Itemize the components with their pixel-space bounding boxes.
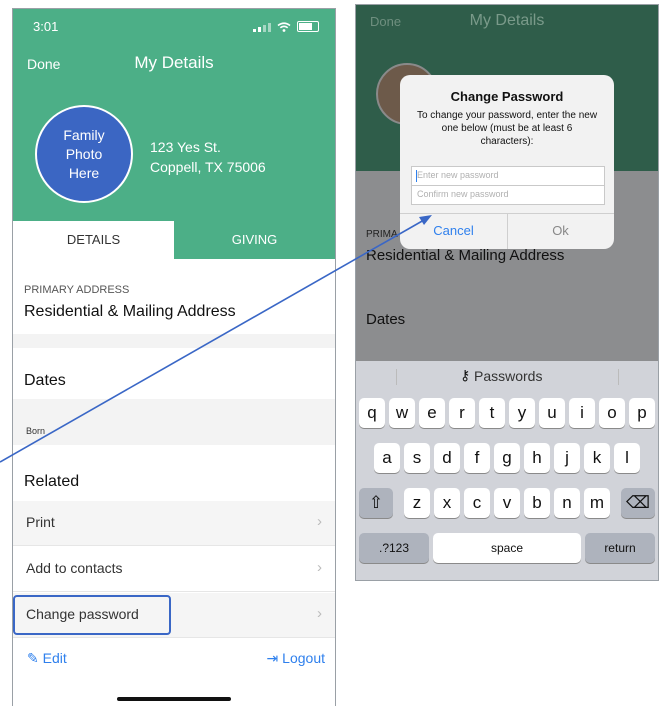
status-icons	[253, 21, 319, 32]
primary-address-value: Residential & Mailing Address	[24, 303, 236, 320]
related-item-label: Print	[26, 514, 55, 530]
key[interactable]: y	[509, 398, 535, 428]
chevron-right-icon: ›	[317, 605, 322, 622]
related-item-add-to-contacts[interactable]: Add to contacts ›	[13, 547, 335, 592]
edit-label: Edit	[42, 650, 67, 666]
pencil-icon: ✎	[27, 650, 39, 666]
tab-giving[interactable]: GIVING	[174, 221, 335, 259]
signal-icon	[253, 22, 271, 32]
primary-address-label: PRIMA	[366, 229, 398, 240]
key[interactable]: x	[434, 488, 460, 518]
related-item-print[interactable]: Print ›	[13, 501, 335, 546]
key[interactable]: b	[524, 488, 550, 518]
key[interactable]: t	[479, 398, 505, 428]
key[interactable]: j	[554, 443, 580, 473]
key[interactable]: f	[464, 443, 490, 473]
passwords-suggestion-bar[interactable]: ⚷ Passwords	[356, 361, 658, 391]
address-line-1: 123 Yes St.	[150, 139, 221, 155]
logout-button[interactable]: ⇥ Logout	[267, 650, 325, 667]
photo-text-line: Family	[63, 126, 105, 143]
related-item-label: Add to contacts	[26, 560, 123, 576]
ok-button[interactable]: Ok	[507, 223, 614, 238]
logout-label: Logout	[282, 650, 325, 666]
divider	[396, 369, 397, 385]
key[interactable]: h	[524, 443, 550, 473]
key[interactable]: z	[404, 488, 430, 518]
keyboard-row-4: .?123 space return	[356, 533, 658, 563]
home-indicator	[117, 697, 231, 701]
return-key[interactable]: return	[585, 533, 655, 563]
key-icon: ⚷	[460, 367, 471, 383]
key[interactable]: n	[554, 488, 580, 518]
primary-address-value: Residential & Mailing Address	[366, 247, 565, 264]
header: 3:01 Done My Details Family Photo Here 1…	[13, 9, 335, 259]
key[interactable]: d	[434, 443, 460, 473]
confirm-password-placeholder: Confirm new password	[417, 189, 509, 199]
page-title: My Details	[469, 12, 545, 29]
edit-button[interactable]: ✎ Edit	[27, 650, 67, 667]
passwords-suggestion: Passwords	[474, 368, 543, 384]
dates-heading: Dates	[366, 311, 406, 328]
key[interactable]: i	[569, 398, 595, 428]
divider-band	[13, 334, 335, 348]
key[interactable]: r	[449, 398, 475, 428]
photo-text-line: Photo	[65, 145, 103, 162]
shift-key[interactable]: ⇧	[359, 488, 393, 518]
key[interactable]: v	[494, 488, 520, 518]
keyboard: ⚷ Passwords q w e r t y u i o p a s d f …	[356, 361, 658, 580]
keyboard-row-3: ⇧ z x c v b n m ⌫	[356, 488, 658, 518]
born-label: Born	[26, 426, 46, 436]
key[interactable]: u	[539, 398, 565, 428]
logout-icon: ⇥	[266, 650, 279, 666]
born-row	[13, 399, 335, 445]
numbers-key[interactable]: .?123	[359, 533, 429, 563]
key[interactable]: l	[614, 443, 640, 473]
dialog-message: To change your password, enter the new o…	[416, 110, 598, 147]
my-details-screen: 3:01 Done My Details Family Photo Here 1…	[12, 8, 336, 706]
change-password-screen: Done My Details PRIMA Residential & Mail…	[355, 4, 659, 581]
highlight-box	[13, 595, 171, 635]
related-heading: Related	[24, 473, 80, 490]
tab-details[interactable]: DETAILS	[13, 221, 174, 259]
divider	[618, 369, 619, 385]
key[interactable]: c	[464, 488, 490, 518]
cancel-button[interactable]: Cancel	[400, 223, 507, 238]
key[interactable]: e	[419, 398, 445, 428]
key[interactable]: s	[404, 443, 430, 473]
chevron-right-icon: ›	[317, 513, 322, 530]
key[interactable]: g	[494, 443, 520, 473]
new-password-input[interactable]: Enter new password	[411, 166, 605, 186]
space-key[interactable]: space	[433, 533, 581, 563]
backspace-key[interactable]: ⌫	[621, 488, 655, 518]
key[interactable]: q	[359, 398, 385, 428]
key[interactable]: k	[584, 443, 610, 473]
page-title: My Details	[134, 53, 214, 72]
confirm-password-input[interactable]: Confirm new password	[411, 185, 605, 205]
dialog-title: Change Password	[450, 89, 564, 104]
dates-heading: Dates	[24, 372, 66, 389]
key[interactable]: o	[599, 398, 625, 428]
primary-address-label: PRIMARY ADDRESS	[24, 284, 130, 296]
key[interactable]: p	[629, 398, 655, 428]
key[interactable]: m	[584, 488, 610, 518]
key[interactable]: a	[374, 443, 400, 473]
wifi-icon	[277, 21, 291, 32]
key[interactable]: w	[389, 398, 415, 428]
photo-text-line: Here	[68, 164, 100, 181]
keyboard-row-2: a s d f g h j k l	[356, 443, 658, 473]
header-address: 123 Yes St. Coppell, TX 75006	[150, 137, 266, 177]
new-password-placeholder: Enter new password	[417, 170, 499, 180]
address-line-2: Coppell, TX 75006	[150, 159, 266, 175]
chevron-right-icon: ›	[317, 559, 322, 576]
family-photo-placeholder[interactable]: Family Photo Here	[35, 105, 133, 203]
change-password-dialog: Change Password To change your password,…	[400, 75, 614, 249]
keyboard-row-1: q w e r t y u i o p	[356, 398, 658, 428]
status-time: 3:01	[33, 19, 59, 34]
battery-icon	[297, 21, 319, 32]
